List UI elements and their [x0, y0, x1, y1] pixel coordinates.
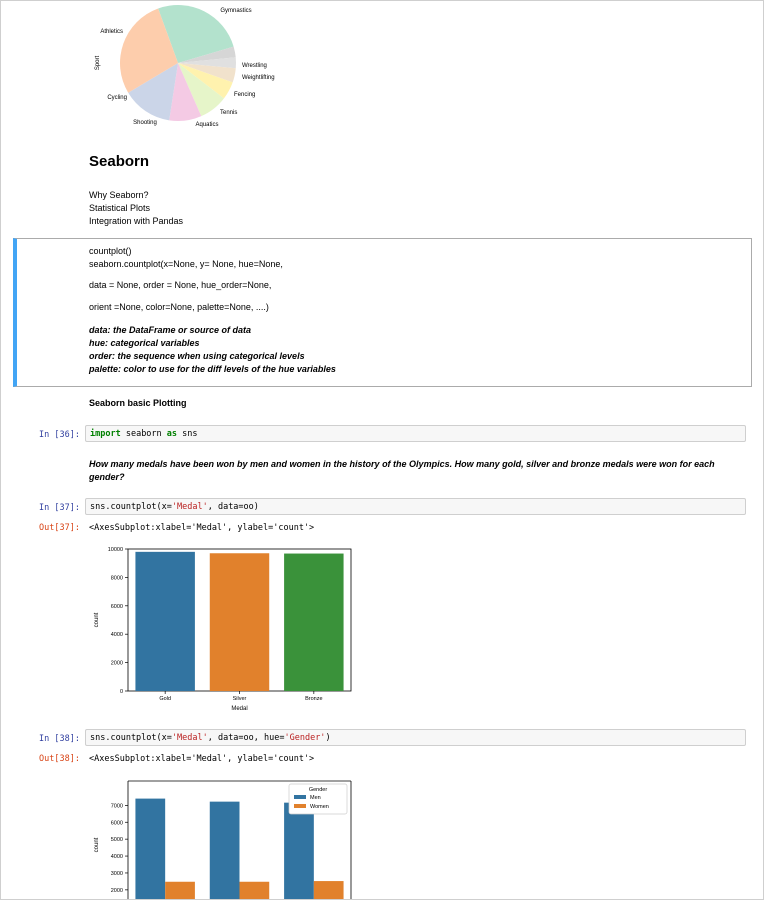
prompt-in-37: In [37]:: [39, 503, 80, 513]
x-tick-label: Gold: [159, 696, 171, 702]
why-line: Statistical Plots: [89, 203, 151, 213]
pie-label-cycling: Cycling: [107, 95, 127, 101]
keyword-as: as: [166, 429, 178, 439]
prompt-in-36: In [36]:: [39, 430, 80, 440]
notebook-view: Sport Gymnastics Athletics Wrestling Wei…: [0, 0, 764, 900]
pie-label-gymnastics: Gymnastics: [220, 8, 251, 14]
prompt-in-38: In [38]:: [39, 734, 80, 744]
pie-ylabel: Sport: [95, 55, 101, 70]
y-tick-label: 2000: [111, 888, 123, 894]
bar-gold-women: [165, 881, 195, 899]
x-tick-label: Silver: [233, 696, 247, 702]
pie-label-tennis: Tennis: [220, 110, 237, 116]
sport-pie-chart: Sport Gymnastics Athletics Wrestling Wei…: [95, 4, 275, 128]
prompt-out-38: Out[38]:: [39, 754, 80, 764]
why-line: Why Seaborn?: [89, 190, 149, 200]
signature-line-3: orient =None, color=None, palette=None, …: [89, 302, 269, 312]
y-tick-label: 2000: [111, 661, 123, 667]
y-tick-label: 4000: [111, 632, 123, 638]
medal-countplot: 0 2000 4000 6000 8000 10000 Gold Silver Bronze Me…: [94, 547, 352, 712]
why-seaborn-list: Why Seaborn? Statistical Plots Integrati…: [89, 189, 183, 228]
bar-gold-men: [135, 798, 166, 899]
output-text-37: <AxesSubplot:xlabel='Medal', ylabel='cou…: [89, 523, 315, 533]
bar-silver-women: [239, 881, 270, 899]
x-tick-label: Bronze: [305, 696, 322, 702]
y-tick-label: 8000: [111, 575, 123, 581]
code-text: , data=oo, hue=: [207, 733, 285, 743]
bar-bronze: [284, 553, 344, 691]
pie-label-wrestling: Wrestling: [242, 63, 267, 69]
bar-bronze-women: [313, 881, 344, 899]
param-hue: hue: categorical variables: [89, 338, 200, 348]
param-data: data: the DataFrame or source of data: [89, 325, 252, 335]
bar-silver: [209, 553, 270, 691]
pie-label-athletics: Athletics: [100, 29, 123, 35]
basic-plotting-title: Seaborn basic Plotting: [89, 398, 187, 408]
x-axis-label: Medal: [231, 706, 247, 712]
module-name: seaborn: [120, 429, 167, 439]
bar-bronze-men: [284, 802, 314, 899]
y-tick-label: 10000: [108, 547, 123, 553]
param-order: order: the sequence when using categoric…: [89, 351, 305, 361]
code-text: sns.countplot(x=: [90, 733, 172, 743]
param-palette: palette: color to use for the diff level…: [89, 364, 336, 374]
code-text: , data=oo): [207, 502, 259, 512]
legend-swatch-women: [294, 804, 306, 808]
bar-gold: [135, 551, 195, 691]
medal-gender-countplot: 2000 3000 4000 5000 6000 7000 count Gender Men Wo…: [94, 780, 352, 899]
signature-line-1: seaborn.countplot(x=None, y= None, hue=N…: [89, 259, 283, 269]
pie-label-aquatics: Aquatics: [195, 122, 218, 128]
why-line: Integration with Pandas: [89, 216, 184, 226]
prompt-out-37: Out[37]:: [39, 523, 80, 533]
seaborn-heading: Seaborn: [89, 153, 150, 170]
code-cell-36[interactable]: import seaborn as sns: [85, 425, 746, 442]
keyword-import: import: [90, 429, 121, 439]
code-string: 'Medal': [171, 502, 208, 512]
code-text: sns.countplot(x=: [90, 502, 172, 512]
pie-label-fencing: Fencing: [234, 92, 255, 98]
legend-swatch-men: [294, 795, 306, 799]
y-tick-label: 3000: [111, 871, 123, 877]
y-tick-label: 0: [120, 689, 123, 695]
y-tick-label: 4000: [111, 854, 123, 860]
question-text: How many medals have been won by men and…: [89, 459, 715, 482]
y-axis-label: count: [94, 612, 100, 627]
alias-name: sns: [177, 429, 198, 439]
legend-label-men: Men: [310, 795, 321, 801]
y-tick-label: 6000: [111, 820, 123, 826]
code-cell-37[interactable]: sns.countplot(x='Medal', data=oo): [85, 498, 746, 515]
code-text: ): [325, 733, 331, 743]
selected-markdown-cell[interactable]: countplot() seaborn.countplot(x=None, y=…: [13, 238, 752, 387]
code-cell-38[interactable]: sns.countplot(x='Medal', data=oo, hue='G…: [85, 729, 746, 746]
y-tick-label: 7000: [111, 803, 123, 809]
countplot-line: countplot(): [89, 246, 132, 256]
output-text-38: <AxesSubplot:xlabel='Medal', ylabel='cou…: [89, 754, 315, 764]
y-tick-label: 5000: [111, 837, 123, 843]
code-string: 'Medal': [171, 733, 208, 743]
legend-title: Gender: [309, 787, 328, 793]
signature-line-2: data = None, order = None, hue_order=Non…: [89, 280, 272, 290]
y-tick-label: 6000: [111, 604, 123, 610]
bar-silver-men: [209, 801, 240, 899]
pie-label-shooting: Shooting: [133, 120, 157, 126]
y-axis-label: count: [94, 837, 100, 852]
code-string: 'Gender': [284, 733, 326, 743]
pie-label-weightlifting: Weightlifting: [242, 75, 275, 81]
legend-label-women: Women: [310, 804, 329, 810]
